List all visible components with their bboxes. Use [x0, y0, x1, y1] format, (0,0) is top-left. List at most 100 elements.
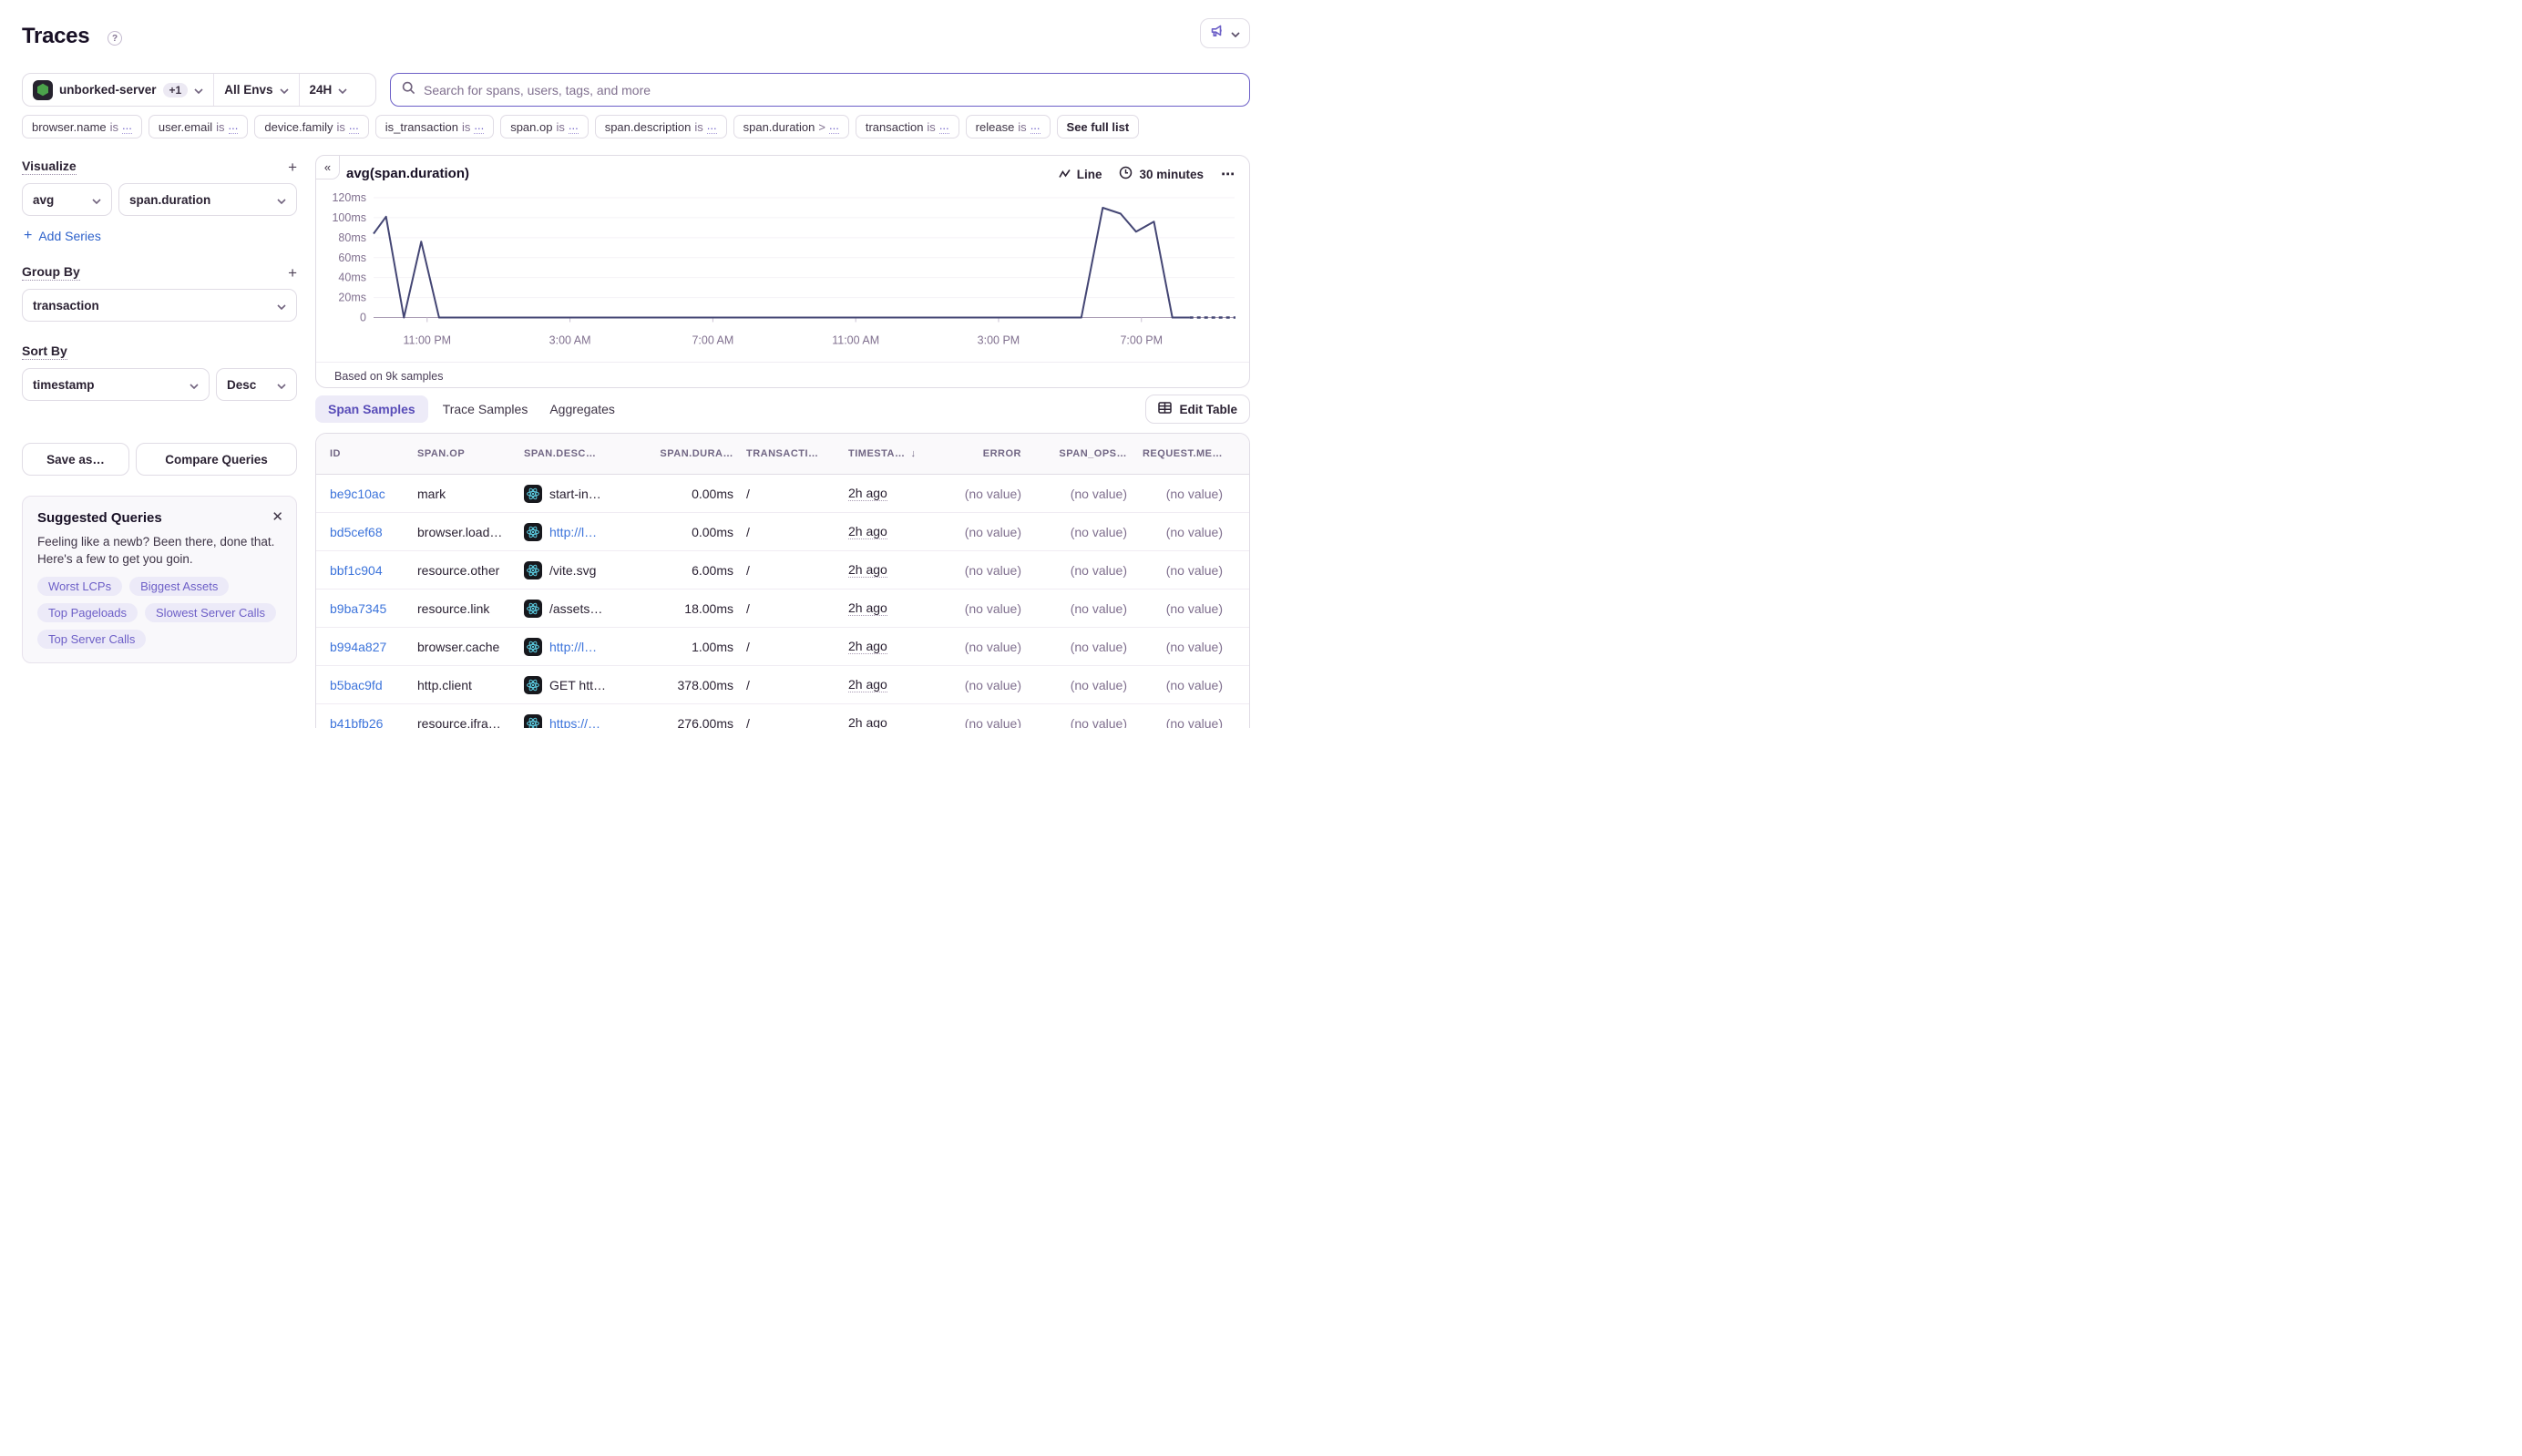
collapse-sidebar-button[interactable]: « [315, 155, 340, 179]
chart-interval-control[interactable]: 30 minutes [1119, 166, 1204, 182]
compare-queries-button[interactable]: Compare Queries [136, 443, 297, 476]
table-row[interactable]: b994a827 browser.cache http://l… 1.00ms … [316, 628, 1249, 666]
span-description-text[interactable]: GET htt… [549, 678, 606, 692]
column-header[interactable]: TRANSACTI… [746, 448, 848, 459]
x-axis-tick-label: 7:00 PM [1120, 334, 1163, 347]
error-cell: (no value) [954, 487, 1034, 501]
column-header[interactable]: SPAN.OP [417, 448, 524, 459]
span-id-link[interactable]: bbf1c904 [330, 563, 383, 578]
close-icon[interactable]: ✕ [272, 508, 283, 525]
table-row[interactable]: bbf1c904 resource.other /vite.svg 6.00ms… [316, 551, 1249, 590]
help-icon[interactable]: ? [108, 31, 122, 46]
suggested-query-chip[interactable]: Worst LCPs [37, 577, 122, 596]
feedback-button[interactable] [1200, 18, 1250, 48]
filter-chip[interactable]: span.duration > ... [733, 115, 849, 138]
table-row[interactable]: b9ba7345 resource.link /assets… 18.00ms … [316, 590, 1249, 628]
sort-field-dropdown[interactable]: timestamp [22, 368, 210, 401]
span-ops-cell: (no value) [1034, 563, 1140, 578]
span-duration-cell: 378.00ms [644, 678, 746, 692]
column-header[interactable]: SPAN.DESC… [524, 448, 644, 459]
span-id-link[interactable]: b994a827 [330, 640, 386, 654]
visualize-heading: Visualize [22, 159, 77, 175]
filter-chip[interactable]: span.op is ... [500, 115, 589, 138]
filter-chip[interactable]: browser.name is ... [22, 115, 142, 138]
chevron-down-icon [277, 193, 286, 207]
search-bar[interactable] [390, 73, 1250, 107]
table-row[interactable]: bd5cef68 browser.load… http://l… 0.00ms … [316, 513, 1249, 551]
suggested-query-chip[interactable]: Slowest Server Calls [145, 603, 276, 622]
timestamp-value[interactable]: 2h ago [848, 486, 887, 501]
span-description-text[interactable]: start-in… [549, 487, 601, 501]
plus-icon: + [24, 228, 32, 244]
chart-sample-caption: Based on 9k samples [316, 362, 1249, 389]
field-dropdown[interactable]: span.duration [118, 183, 297, 216]
span-ops-cell: (no value) [1034, 601, 1140, 616]
timestamp-cell: 2h ago [848, 486, 954, 501]
span-op-cell: browser.cache [417, 640, 524, 654]
save-as-button[interactable]: Save as… [22, 443, 129, 476]
chart-line-series [374, 208, 1190, 318]
span-samples-table: IDSPAN.OPSPAN.DESC…SPAN.DURA…TRANSACTI…T… [315, 433, 1250, 728]
aggregate-dropdown[interactable]: avg [22, 183, 112, 216]
span-description-text[interactable]: http://l… [549, 640, 597, 654]
date-range-selector[interactable]: 24H [299, 74, 358, 106]
span-description-text[interactable]: /vite.svg [549, 563, 596, 578]
column-header[interactable]: SPAN.DURA… [644, 448, 746, 459]
environment-selector[interactable]: All Envs [213, 74, 298, 106]
table-row[interactable]: b41bfb26 resource.ifra… https://… 276.00… [316, 704, 1249, 728]
project-selector[interactable]: unborked-server +1 [23, 74, 213, 106]
filter-chip[interactable]: device.family is ... [254, 115, 368, 138]
filter-chip[interactable]: is_transaction is ... [375, 115, 494, 138]
timestamp-value[interactable]: 2h ago [848, 715, 887, 728]
span-description-cell: start-in… [524, 485, 644, 503]
add-series-button[interactable]: + Add Series [24, 228, 295, 244]
column-header[interactable]: ID [330, 448, 417, 459]
chart-more-menu[interactable]: ⋯ [1221, 166, 1235, 182]
span-description-text[interactable]: http://l… [549, 525, 597, 539]
column-header[interactable]: ERROR [954, 448, 1034, 459]
timestamp-value[interactable]: 2h ago [848, 677, 887, 692]
table-row[interactable]: be9c10ac mark start-in… 0.00ms / 2h ago … [316, 475, 1249, 513]
suggested-query-chip[interactable]: Top Pageloads [37, 603, 138, 622]
transaction-cell: / [746, 487, 848, 501]
span-description-text[interactable]: /assets… [549, 601, 602, 616]
search-input[interactable] [424, 83, 1238, 97]
span-description-text[interactable]: https://… [549, 716, 600, 729]
group-by-dropdown[interactable]: transaction [22, 289, 297, 322]
filter-chip[interactable]: user.email is ... [149, 115, 248, 138]
filter-chip[interactable]: span.description is ... [595, 115, 727, 138]
see-full-list-button[interactable]: See full list [1057, 115, 1140, 138]
column-header[interactable]: TIMESTA…↓ [848, 448, 954, 459]
span-id-link[interactable]: be9c10ac [330, 487, 385, 501]
span-id-link[interactable]: bd5cef68 [330, 525, 383, 539]
span-id-link[interactable]: b41bfb26 [330, 716, 383, 729]
timestamp-value[interactable]: 2h ago [848, 524, 887, 539]
suggested-query-chip[interactable]: Top Server Calls [37, 630, 146, 649]
timestamp-value[interactable]: 2h ago [848, 639, 887, 654]
span-id-link[interactable]: b9ba7345 [330, 601, 386, 616]
tab-aggregates[interactable]: Aggregates [538, 395, 626, 423]
sort-direction-dropdown[interactable]: Desc [216, 368, 297, 401]
timestamp-value[interactable]: 2h ago [848, 562, 887, 578]
suggested-query-chip[interactable]: Biggest Assets [129, 577, 229, 596]
add-visualize-button[interactable]: + [288, 159, 297, 175]
span-id-link[interactable]: b5bac9fd [330, 678, 383, 692]
column-header[interactable]: REQUEST.ME… [1140, 448, 1235, 459]
column-header[interactable]: SPAN_OPS… [1034, 448, 1140, 459]
table-row[interactable]: b5bac9fd http.client GET htt… 378.00ms /… [316, 666, 1249, 704]
edit-table-button[interactable]: Edit Table [1145, 395, 1250, 424]
y-axis-tick-label: 0 [360, 312, 366, 324]
filter-chip[interactable]: release is ... [966, 115, 1051, 138]
add-group-by-button[interactable]: + [288, 265, 297, 281]
timestamp-value[interactable]: 2h ago [848, 600, 887, 616]
span-duration-chart[interactable]: 020ms40ms60ms80ms100ms120ms11:00 PM3:00 … [316, 181, 1251, 362]
filter-chip[interactable]: transaction is ... [856, 115, 959, 138]
span-op-cell: resource.link [417, 601, 524, 616]
tab-span-samples[interactable]: Span Samples [315, 395, 428, 423]
chart-type-control[interactable]: Line [1059, 168, 1102, 181]
group-by-heading: Group By [22, 264, 80, 281]
filter-chip-value: ... [1030, 119, 1041, 133]
filter-chip-value: ... [349, 119, 359, 133]
tab-trace-samples[interactable]: Trace Samples [432, 395, 539, 423]
span-op-cell: browser.load… [417, 525, 524, 539]
